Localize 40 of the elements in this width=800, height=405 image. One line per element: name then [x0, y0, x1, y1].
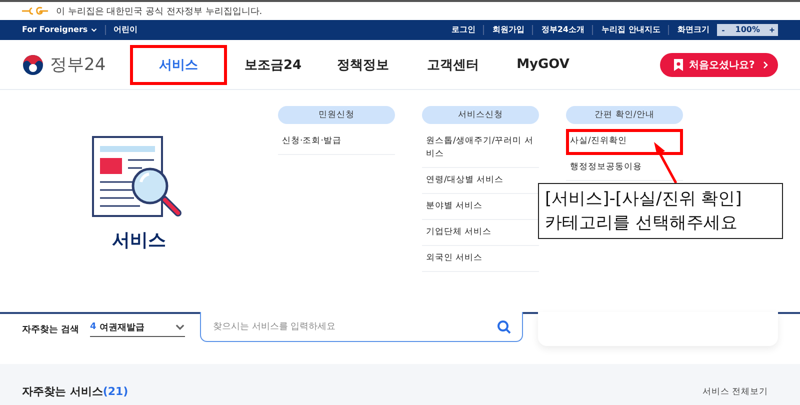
- nav-tab[interactable]: MyGOV: [499, 44, 587, 84]
- chevron-right-icon: [763, 60, 768, 68]
- search-icon[interactable]: [497, 320, 511, 334]
- utility-link[interactable]: For Foreigners: [22, 25, 105, 35]
- utility-link[interactable]: 어린이: [104, 25, 146, 35]
- menu-item[interactable]: 원스톱/생애주기/꾸러미 서비스: [422, 129, 539, 168]
- zoom-out-button[interactable]: -: [717, 24, 730, 36]
- view-all-link[interactable]: 서비스 전체보기: [702, 386, 768, 398]
- emblem-logo-icon: [22, 6, 48, 16]
- nav-tab[interactable]: 서비스: [130, 44, 227, 84]
- logo-icon[interactable]: [22, 54, 44, 76]
- search-label: 자주찾는 검색: [22, 324, 80, 336]
- logo-text[interactable]: 정부24: [50, 53, 106, 76]
- nav-tab[interactable]: 정책정보: [319, 44, 407, 84]
- utility-link[interactable]: 회원가입: [483, 25, 532, 35]
- column-heading: 민원신청: [278, 106, 395, 124]
- nav-tab[interactable]: 고객센터: [409, 44, 497, 84]
- keyword-select[interactable]: 4 여권재발급: [90, 318, 185, 337]
- caret-icon: [175, 324, 185, 330]
- notice-text: 이 누리집은 대한민국 공식 전자정부 누리집입니다.: [56, 6, 262, 18]
- menu-item[interactable]: 외국인 서비스: [422, 246, 539, 272]
- zoom-value: 100%: [729, 24, 766, 36]
- column-heading: 서비스신청: [422, 106, 539, 124]
- menu-item[interactable]: 사실/진위확인: [566, 129, 683, 155]
- callout-text: [서비스]-[사실/진위 확인]: [545, 188, 743, 211]
- caret-icon: [90, 28, 97, 32]
- menu-title: 서비스: [112, 229, 166, 252]
- utility-link[interactable]: 정부24소개: [532, 25, 592, 35]
- nav-tab[interactable]: 보조금24: [229, 44, 317, 84]
- bookmark-icon: [674, 58, 683, 70]
- column-heading: 간편 확인/안내: [566, 106, 683, 124]
- section-title: 자주찾는 서비스(21): [22, 384, 128, 399]
- menu-item[interactable]: 신청·조회·발급: [278, 129, 395, 155]
- utility-link[interactable]: 누리집 안내지도: [592, 25, 668, 35]
- search-field[interactable]: 찾으시는 서비스를 입력하세요: [200, 312, 523, 342]
- zoom-in-button[interactable]: +: [766, 24, 778, 36]
- utility-link[interactable]: 로그인: [451, 25, 484, 35]
- menu-item[interactable]: 행정정보공동이용: [566, 155, 683, 181]
- callout-text: 카테고리를 선택해주세요: [545, 212, 738, 235]
- first-visit-button[interactable]: 처음오셨나요?: [660, 52, 778, 76]
